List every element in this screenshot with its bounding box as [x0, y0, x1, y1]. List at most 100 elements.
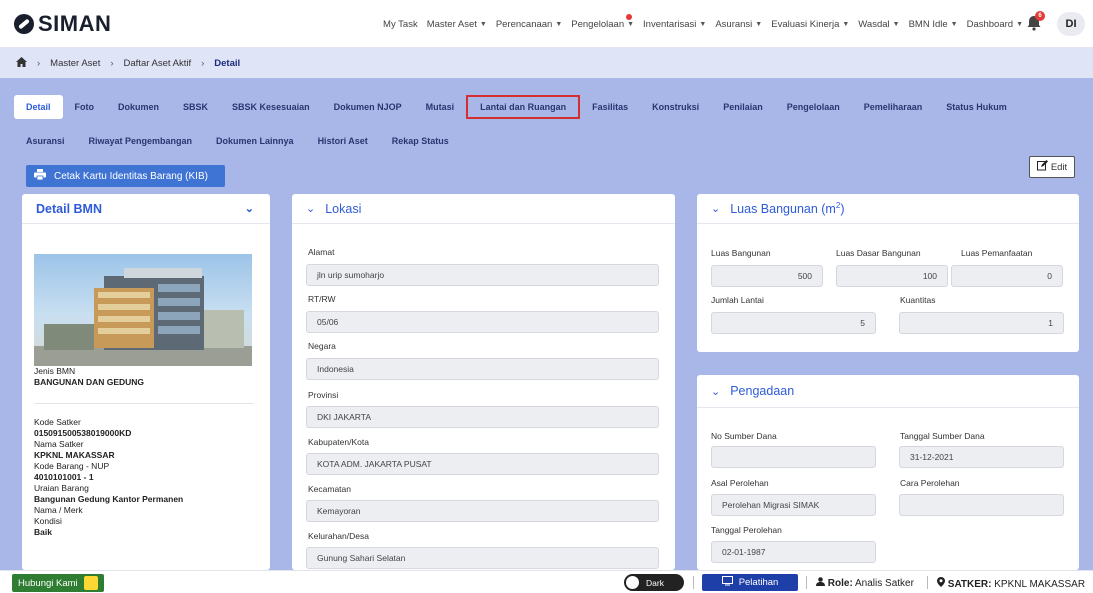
jumlah-lantai-field[interactable]: 5 [711, 312, 876, 334]
satker-value: KPKNL MAKASSAR [994, 579, 1086, 590]
luas-dasar-field[interactable]: 100 [836, 265, 948, 287]
luas-bangunan-title: Luas Bangunan (m2) [730, 200, 845, 217]
no-sumber-dana-field[interactable] [711, 446, 876, 468]
home-icon[interactable] [16, 56, 27, 70]
caret-down-icon: ▼ [627, 20, 635, 28]
notification-count-badge: 6 [1035, 11, 1045, 21]
caret-down-icon: ▼ [555, 20, 563, 28]
notification-dot-icon [626, 13, 633, 20]
edit-button[interactable]: Edit [1029, 156, 1075, 178]
notification-bell-icon[interactable]: 6 [1025, 11, 1045, 32]
tab-detail[interactable]: Detail [14, 95, 63, 119]
chevron-down-icon[interactable]: ⌄ [306, 202, 315, 215]
breadcrumb-current: Detail [214, 57, 241, 69]
monitor-icon [721, 576, 733, 589]
lokasi-title: Lokasi [325, 201, 362, 216]
detail-bmn-card: Detail BMN ⌄ Jenis BMN BANGUNAN DAN GEDU… [22, 194, 270, 570]
asal-perolehan-field[interactable]: Perolehan Migrasi SIMAK [711, 494, 876, 516]
kode-satker-label: Kode Satker [34, 417, 81, 427]
tab-lantai-dan-ruangan[interactable]: Lantai dan Ruangan [466, 95, 581, 119]
tanggal-sumber-dana-field[interactable]: 31-12-2021 [899, 446, 1064, 468]
luas-bangunan-header[interactable]: ⌄ Luas Bangunan (m2) [697, 194, 1079, 224]
tab-dokumen-njop[interactable]: Dokumen NJOP [322, 95, 414, 119]
pelatihan-button[interactable]: Pelatihan [702, 574, 798, 591]
tab-sbsk[interactable]: SBSK [171, 95, 220, 119]
edit-label: Edit [1050, 161, 1068, 173]
kode-satker-value: 015091500538019000KD [34, 428, 132, 438]
cara-perolehan-field[interactable] [899, 494, 1064, 516]
tab-histori-aset[interactable]: Histori Aset [306, 129, 380, 153]
asal-perolehan-label: Asal Perolehan [711, 478, 769, 488]
caret-down-icon: ▼ [479, 20, 487, 28]
luas-bangunan-field[interactable]: 500 [711, 265, 823, 287]
tab-status-hukum[interactable]: Status Hukum [934, 95, 1019, 119]
nav-item-label: Dashboard [966, 18, 1014, 30]
kecamatan-field[interactable]: Kemayoran [306, 500, 659, 522]
nav-master-aset[interactable]: Master Aset ▼ [427, 19, 487, 30]
nav-item-label: Pengelolaan [571, 18, 625, 30]
tab-fasilitas[interactable]: Fasilitas [580, 95, 640, 119]
lokasi-header[interactable]: ⌄ Lokasi [292, 194, 675, 224]
tab-asuransi[interactable]: Asuransi [14, 129, 77, 153]
luas-pemanfaatan-field[interactable]: 0 [951, 265, 1063, 287]
role-label: Role: [827, 578, 853, 589]
user-avatar[interactable]: DI [1057, 12, 1085, 36]
rtrw-field[interactable]: 05/06 [306, 311, 659, 333]
hubungi-kami-button[interactable]: Hubungi Kami [12, 574, 104, 592]
nav-inventarisasi[interactable]: Inventarisasi ▼ [643, 19, 706, 30]
tab-sbsk-kesesuaian[interactable]: SBSK Kesesuaian [220, 95, 322, 119]
alamat-field[interactable]: jln urip sumoharjo [306, 264, 659, 286]
nav-perencanaan[interactable]: Perencanaan ▼ [496, 19, 562, 30]
nav-my-task[interactable]: My Task [383, 19, 418, 30]
tab-foto[interactable]: Foto [63, 95, 107, 119]
pengadaan-card: ⌄ Pengadaan No Sumber Dana Tanggal Sumbe… [697, 375, 1079, 570]
chevron-down-icon[interactable]: ⌄ [711, 202, 720, 215]
lokasi-card: ⌄ Lokasi Alamat jln urip sumoharjo RT/RW… [292, 194, 675, 570]
tab-mutasi[interactable]: Mutasi [414, 95, 467, 119]
provinsi-field[interactable]: DKI JAKARTA [306, 406, 659, 428]
tab-dokumen-lainnya[interactable]: Dokumen Lainnya [204, 129, 306, 153]
kelurahan-field[interactable]: Gunung Sahari Selatan [306, 547, 659, 569]
tab-dokumen[interactable]: Dokumen [106, 95, 171, 119]
detail-tabs: Detail Foto Dokumen SBSK SBSK Kesesuaian Doku… [0, 90, 1093, 158]
chevron-down-icon[interactable]: ⌄ [245, 202, 254, 215]
nav-evaluasi-kinerja[interactable]: Evaluasi Kinerja ▼ [771, 19, 849, 30]
breadcrumb-daftar-aset-aktif[interactable]: Daftar Aset Aktif [124, 58, 192, 69]
detail-bmn-header[interactable]: Detail BMN ⌄ [22, 194, 270, 224]
role-value: Analis Satker [855, 578, 914, 589]
siman-logo[interactable]: SIMAN [14, 11, 111, 37]
tanggal-perolehan-field[interactable]: 02-01-1987 [711, 541, 876, 563]
breadcrumb-master-aset[interactable]: Master Aset [50, 58, 100, 69]
chevron-down-icon[interactable]: ⌄ [711, 385, 720, 398]
nav-asuransi[interactable]: Asuransi ▼ [715, 19, 762, 30]
satker-label: SATKER: [947, 579, 992, 590]
pengadaan-header[interactable]: ⌄ Pengadaan [697, 375, 1079, 408]
caret-down-icon: ▼ [699, 20, 707, 28]
nav-wasdal[interactable]: Wasdal ▼ [858, 19, 899, 30]
nav-bmn-idle[interactable]: BMN Idle ▼ [909, 19, 958, 30]
jenis-bmn-value: BANGUNAN DAN GEDUNG [34, 377, 145, 387]
tab-pemeliharaan[interactable]: Pemeliharaan [852, 95, 935, 119]
kode-barang-value: 4010101001 - 1 [34, 472, 94, 482]
nav-item-label: Asuransi [715, 18, 753, 30]
negara-field[interactable]: Indonesia [306, 358, 659, 380]
toggle-knob [626, 576, 639, 589]
kabkota-field[interactable]: KOTA ADM. JAKARTA PUSAT [306, 453, 659, 475]
kondisi-value: Baik [34, 527, 52, 537]
tab-riwayat-pengembangan[interactable]: Riwayat Pengembangan [77, 129, 205, 153]
tab-pengelolaan[interactable]: Pengelolaan [775, 95, 852, 119]
alamat-label: Alamat [308, 247, 335, 257]
tab-rekap-status[interactable]: Rekap Status [380, 129, 461, 153]
detail-bmn-title: Detail BMN [36, 201, 102, 216]
tab-konstruksi[interactable]: Konstruksi [640, 95, 711, 119]
nav-item-label: Inventarisasi [643, 18, 697, 30]
kuantitas-field[interactable]: 1 [899, 312, 1064, 334]
print-kib-button[interactable]: Cetak Kartu Identitas Barang (KIB) [26, 165, 225, 187]
nav-pengelolaan[interactable]: Pengelolaan ▼ [571, 13, 635, 30]
nav-dashboard[interactable]: Dashboard ▼ [967, 19, 1023, 30]
kabkota-label: Kabupaten/Kota [308, 437, 369, 447]
nav-item-label: Evaluasi Kinerja [771, 18, 840, 30]
building-photo [34, 254, 252, 366]
dark-mode-toggle[interactable]: Dark [624, 574, 684, 591]
tab-penilaian[interactable]: Penilaian [711, 95, 775, 119]
